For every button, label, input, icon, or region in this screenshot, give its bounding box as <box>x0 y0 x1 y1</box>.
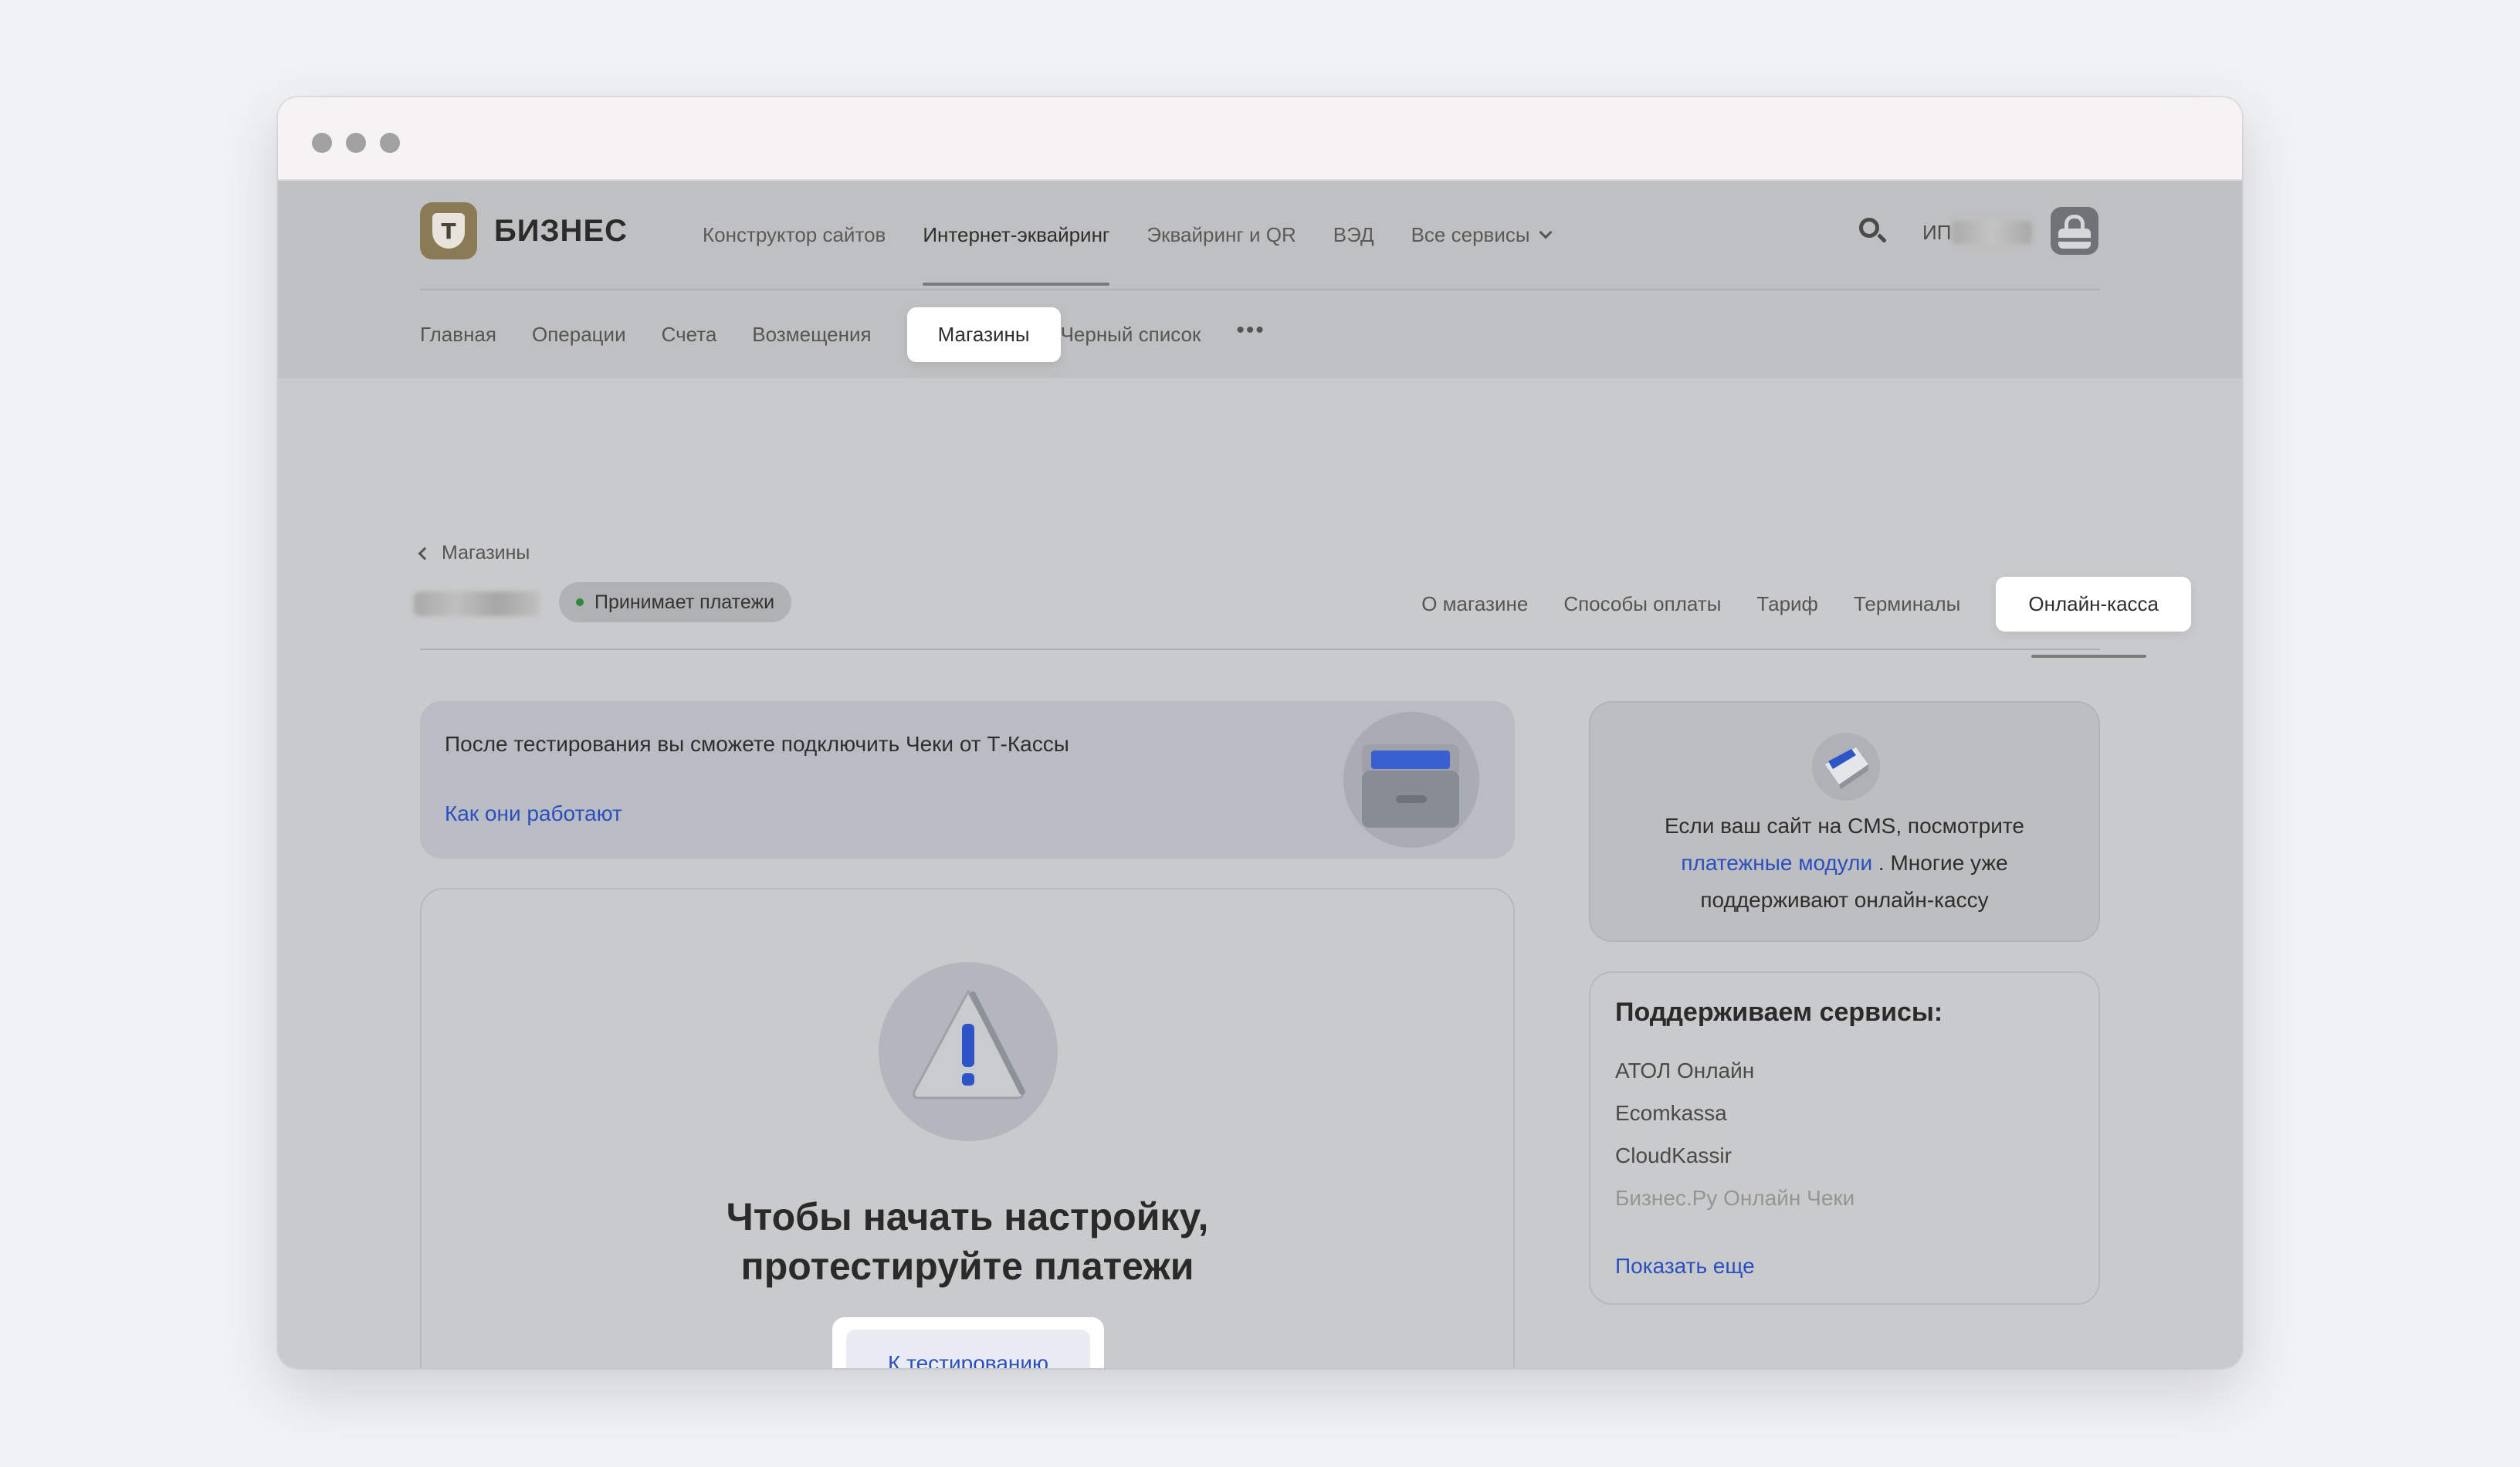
tab-online-cashier[interactable]: Онлайн-касса <box>1996 576 2191 658</box>
profile-lock-icon[interactable] <box>2051 207 2098 255</box>
user-name-redacted <box>1952 221 2032 244</box>
cms-text-before: Если ваш сайт на CMS, посмотрите <box>1665 814 2024 838</box>
subnav-shops[interactable]: Магазины <box>906 307 1061 388</box>
start-testing-button[interactable]: К тестированию <box>846 1330 1090 1368</box>
subnav-refunds[interactable]: Возмещения <box>752 323 871 347</box>
status-badge-label: Принимает платежи <box>594 591 775 613</box>
testing-title: Чтобы начать настройку, протестируйте пл… <box>422 1192 1513 1291</box>
service-item-biznes-ru: Бизнес.Ру Онлайн Чеки <box>1615 1186 1855 1210</box>
breadcrumb[interactable]: Магазины <box>418 542 530 564</box>
subnav-home[interactable]: Главная <box>420 323 496 347</box>
subnav-blacklist[interactable]: Черный список <box>1061 323 1201 347</box>
site-header: Т БИЗНЕС Конструктор сайтов Интернет-экв… <box>278 181 2242 388</box>
service-item-atol: АТОЛ Онлайн <box>1615 1059 1755 1082</box>
chevron-down-icon <box>1539 225 1553 239</box>
services-list: АТОЛ Онлайн Ecomkassa CloudKassir Бизнес… <box>1615 1058 1854 1228</box>
more-dots-icon[interactable]: ••• <box>1236 317 1265 344</box>
cash-drawer-icon <box>1343 712 1479 848</box>
show-more-link[interactable]: Показать еще <box>1615 1254 1755 1279</box>
cms-modules-card: Если ваш сайт на CMS, посмотрите платежн… <box>1589 701 2100 942</box>
status-dot-icon <box>576 598 584 606</box>
window-minimize-dot[interactable] <box>346 133 366 153</box>
testing-required-card: Чтобы начать настройку, протестируйте пл… <box>420 888 1515 1368</box>
subnav-operations[interactable]: Операции <box>532 323 626 347</box>
status-badge: Принимает платежи <box>559 582 792 622</box>
cms-text: Если ваш сайт на CMS, посмотрите платежн… <box>1621 808 2068 919</box>
topnav-ved[interactable]: ВЭД <box>1333 223 1374 247</box>
topnav-internet-acquiring[interactable]: Интернет-эквайринг <box>923 223 1110 286</box>
browser-window: Т БИЗНЕС Конструктор сайтов Интернет-экв… <box>278 97 2242 1368</box>
tabs-divider <box>420 649 2100 650</box>
payment-terminal-icon <box>1812 733 1880 801</box>
shop-tabs: О магазине Способы оплаты Тариф Терминал… <box>1421 576 2191 658</box>
window-titlebar <box>278 97 2242 181</box>
search-icon[interactable] <box>1858 216 1888 247</box>
section-navigation: Главная Операции Счета Возмещения Магази… <box>420 290 1265 388</box>
testing-title-line1: Чтобы начать настройку, <box>726 1195 1209 1238</box>
tab-terminals[interactable]: Терминалы <box>1854 592 1960 616</box>
supported-services-card: Поддерживаем сервисы: АТОЛ Онлайн Ecomka… <box>1589 971 2100 1305</box>
main-content: Магазины Принимает платежи О магазине Сп… <box>278 378 2242 1368</box>
testing-title-line2: протестируйте платежи <box>740 1245 1194 1288</box>
subnav-accounts[interactable]: Счета <box>662 323 717 347</box>
tab-about-shop[interactable]: О магазине <box>1421 592 1528 616</box>
breadcrumb-label: Магазины <box>442 542 530 564</box>
promo-text: После тестирования вы сможете подключить… <box>445 732 1069 756</box>
topnav-all-services-label: Все сервисы <box>1411 222 1530 246</box>
chevron-left-icon <box>418 547 432 560</box>
tab-tariff[interactable]: Тариф <box>1756 592 1818 616</box>
service-item-cloudkassir: CloudKassir <box>1615 1143 1732 1167</box>
topnav-site-builder[interactable]: Конструктор сайтов <box>703 223 886 247</box>
testing-button-highlight: К тестированию <box>832 1317 1104 1368</box>
payment-modules-link[interactable]: платежные модули <box>1681 851 1872 875</box>
shop-name-redacted <box>414 591 540 616</box>
window-close-dot[interactable] <box>312 133 332 153</box>
logo-text: БИЗНЕС <box>494 213 628 248</box>
topnav-acquiring-qr[interactable]: Эквайринг и QR <box>1147 223 1296 247</box>
receipts-promo-banner: После тестирования вы сможете подключить… <box>420 701 1515 859</box>
logo-mark-icon: Т <box>420 202 477 259</box>
logo-mark-letter: Т <box>432 213 465 249</box>
service-item-ecomkassa: Ecomkassa <box>1615 1101 1727 1125</box>
top-navigation: Конструктор сайтов Интернет-эквайринг Эк… <box>703 181 1553 289</box>
user-entity-label[interactable]: ИП <box>1922 221 1951 245</box>
brand-logo[interactable]: Т БИЗНЕС <box>420 202 628 259</box>
topnav-all-services[interactable]: Все сервисы <box>1411 222 1553 247</box>
warning-icon <box>879 962 1058 1141</box>
services-title: Поддерживаем сервисы: <box>1615 998 1943 1027</box>
tab-payment-methods[interactable]: Способы оплаты <box>1563 592 1721 616</box>
how-they-work-link[interactable]: Как они работают <box>445 801 622 826</box>
window-maximize-dot[interactable] <box>380 133 400 153</box>
